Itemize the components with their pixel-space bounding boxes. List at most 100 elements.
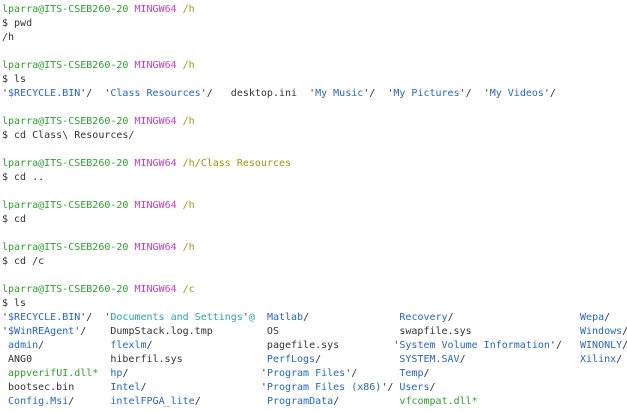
terminal-text-segment: Windows bbox=[580, 326, 623, 337]
terminal-line: $ cd Class\ Resources/ bbox=[2, 129, 627, 143]
terminal-text-segment: / bbox=[333, 396, 400, 407]
terminal-text-segment: MINGW64 bbox=[134, 200, 177, 211]
terminal-line: bootsec.bin Intel/ 'Program Files (x86)'… bbox=[2, 381, 627, 395]
terminal-text-segment: lparra@ITS-CSEB260-20 bbox=[2, 60, 129, 71]
terminal-text-segment: My Music bbox=[315, 88, 364, 99]
terminal-text-segment: / ' bbox=[122, 368, 267, 379]
terminal-text-segment: / bbox=[68, 396, 111, 407]
terminal-text-segment: Config.Msi bbox=[8, 396, 69, 407]
terminal-line: ANG0 hiberfil.sys PerfLogs/ SYSTEM.SAV/ … bbox=[2, 353, 627, 367]
terminal-line: $ cd .. bbox=[2, 171, 627, 185]
terminal-text-segment: lparra@ITS-CSEB260-20 bbox=[2, 116, 129, 127]
terminal-text-segment: / bbox=[423, 368, 430, 379]
terminal-text-segment: / bbox=[604, 312, 611, 323]
terminal-text-segment: lparra@ITS-CSEB260-20 bbox=[2, 4, 129, 15]
terminal-text-segment: / bbox=[622, 326, 627, 337]
terminal-text-segment: /c bbox=[182, 284, 195, 295]
terminal-line: '$RECYCLE.BIN'/ 'Class Resources'/ deskt… bbox=[2, 87, 627, 101]
terminal-text-segment: lparra@ITS-CSEB260-20 bbox=[2, 200, 129, 211]
terminal-line: $ cd bbox=[2, 213, 627, 227]
terminal-text-segment: / pagefile.sys ' bbox=[146, 340, 400, 351]
terminal-text-segment: '/ DumpStack.log.tmp OS swapfile.sys bbox=[74, 326, 580, 337]
terminal-line: $ ls bbox=[2, 73, 627, 87]
terminal-line: lparra@ITS-CSEB260-20 MINGW64 /h bbox=[2, 199, 627, 213]
terminal-text-segment: $ cd bbox=[2, 214, 27, 225]
terminal-text-segment: '/ ' bbox=[80, 312, 111, 323]
terminal-text-segment: / bbox=[303, 312, 400, 323]
terminal-text-segment: $ pwd bbox=[2, 18, 33, 29]
terminal-text-segment: bootsec.bin bbox=[2, 382, 111, 393]
terminal-text-segment: lparra@ITS-CSEB260-20 bbox=[2, 242, 129, 253]
terminal-line: lparra@ITS-CSEB260-20 MINGW64 /h bbox=[2, 59, 627, 73]
terminal-line: lparra@ITS-CSEB260-20 MINGW64 /h/Class R… bbox=[2, 157, 627, 171]
terminal-text-segment: MINGW64 bbox=[134, 4, 177, 15]
terminal-text-segment: intelFPGA_lite bbox=[110, 396, 195, 407]
terminal-line: appverifUI.dll* hp/ 'Program Files'/ Tem… bbox=[2, 367, 627, 381]
terminal-text-segment: / bbox=[622, 340, 627, 351]
terminal-text-segment: '/ bbox=[543, 88, 556, 99]
terminal-line: $ ls bbox=[2, 297, 627, 311]
terminal-text-segment: System Volume Information bbox=[399, 340, 550, 351]
terminal-output[interactable]: lparra@ITS-CSEB260-20 MINGW64 /h $ pwd/h l… bbox=[0, 0, 627, 412]
terminal-line: lparra@ITS-CSEB260-20 MINGW64 /c bbox=[2, 283, 627, 297]
terminal-text-segment: / bbox=[38, 340, 111, 351]
terminal-text-segment: ProgramData bbox=[266, 396, 334, 407]
terminal-text-segment: $ ls bbox=[2, 298, 27, 309]
terminal-text-segment: lparra@ITS-CSEB260-20 bbox=[2, 284, 129, 295]
terminal-text-segment: /h bbox=[182, 242, 195, 253]
terminal-text-segment: '/ bbox=[345, 368, 400, 379]
terminal-text-segment: flexlm bbox=[110, 340, 147, 351]
terminal-text-segment: MINGW64 bbox=[134, 158, 177, 169]
terminal-text-segment: SYSTEM.SAV bbox=[399, 354, 460, 365]
terminal-text-segment: Class Resources bbox=[110, 88, 201, 99]
terminal-text-segment: / bbox=[429, 382, 436, 393]
terminal-text-segment: MINGW64 bbox=[134, 242, 177, 253]
terminal-text-segment: '/ ' bbox=[363, 88, 394, 99]
terminal-line: lparra@ITS-CSEB260-20 MINGW64 /h bbox=[2, 115, 627, 129]
terminal-text-segment: Intel bbox=[110, 382, 141, 393]
terminal-text-segment: /h bbox=[2, 32, 15, 43]
terminal-text-segment: $ ls bbox=[2, 74, 27, 85]
terminal-line: lparra@ITS-CSEB260-20 MINGW64 /h bbox=[2, 241, 627, 255]
terminal-text-segment: '/ desktop.ini ' bbox=[200, 88, 316, 99]
terminal-line: lparra@ITS-CSEB260-20 MINGW64 /h bbox=[2, 3, 627, 17]
terminal-text-segment: '/ bbox=[381, 382, 400, 393]
terminal-text-segment: / bbox=[447, 312, 581, 323]
terminal-text-segment: MINGW64 bbox=[134, 60, 177, 71]
terminal-line: /h bbox=[2, 31, 627, 45]
terminal-line: $ pwd bbox=[2, 17, 627, 31]
terminal-text-segment: $ cd /c bbox=[2, 256, 45, 267]
terminal-text-segment: hp bbox=[110, 368, 123, 379]
terminal-text-segment: MINGW64 bbox=[134, 116, 177, 127]
terminal-text-segment: / bbox=[616, 354, 623, 365]
terminal-text-segment: WINONLY bbox=[580, 340, 623, 351]
terminal-line: '$RECYCLE.BIN'/ 'Documents and Settings'… bbox=[2, 311, 627, 325]
terminal-text-segment: $RECYCLE.BIN bbox=[8, 88, 81, 99]
terminal-text-segment: Temp bbox=[399, 368, 424, 379]
terminal-text-segment: $RECYCLE.BIN bbox=[8, 312, 81, 323]
terminal-text-segment: / bbox=[194, 396, 267, 407]
terminal-line: $ cd /c bbox=[2, 255, 627, 269]
terminal-line: Config.Msi/ intelFPGA_lite/ ProgramData/… bbox=[2, 395, 627, 409]
terminal-text-segment: Xilinx bbox=[580, 354, 617, 365]
terminal-line: admin/ flexlm/ pagefile.sys 'System Volu… bbox=[2, 339, 627, 353]
terminal-text-segment: MINGW64 bbox=[134, 284, 177, 295]
terminal-text-segment: $ cd Class\ Resources/ bbox=[2, 130, 135, 141]
terminal-line: '$WinREAgent'/ DumpStack.log.tmp OS swap… bbox=[2, 325, 627, 339]
terminal-text-segment: $ cd .. bbox=[2, 172, 45, 183]
terminal-text-segment: /h bbox=[182, 4, 195, 15]
terminal-text-segment: ANG0 hiberfil.sys bbox=[2, 354, 267, 365]
terminal-text-segment: admin bbox=[8, 340, 39, 351]
terminal-text-segment: My Pictures bbox=[393, 88, 460, 99]
terminal-text-segment: '/ ' bbox=[459, 88, 490, 99]
terminal-text-segment: Users bbox=[399, 382, 430, 393]
terminal-text-segment: /h/Class Resources bbox=[182, 158, 292, 169]
terminal-text-segment: / bbox=[459, 354, 581, 365]
terminal-text-segment: Recovery bbox=[399, 312, 448, 323]
terminal-text-segment: / ' bbox=[140, 382, 267, 393]
terminal-text-segment: Matlab bbox=[266, 312, 304, 323]
